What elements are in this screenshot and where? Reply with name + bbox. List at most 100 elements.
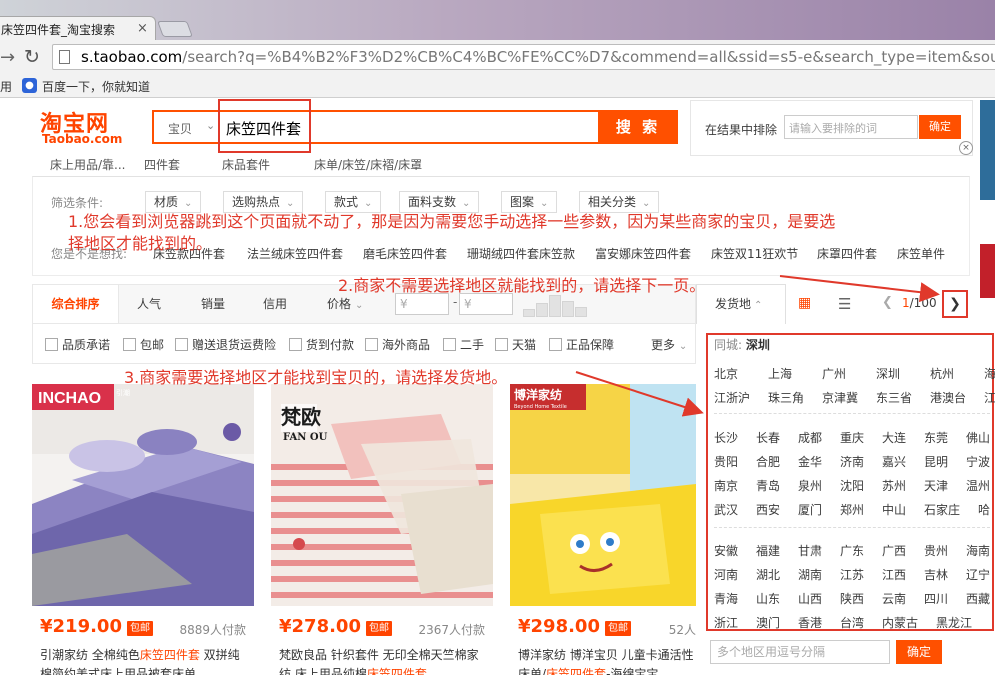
- city-option[interactable]: 长春: [756, 429, 780, 446]
- region-confirm-button[interactable]: 确定: [896, 640, 942, 664]
- product-image[interactable]: 博洋家纺 Beyond Home Textile: [510, 384, 696, 606]
- chevron-left-icon[interactable]: ❮: [882, 295, 893, 310]
- city-option[interactable]: 南京: [714, 477, 738, 494]
- city-option[interactable]: 上海: [768, 365, 792, 382]
- ad-banner[interactable]: [980, 100, 995, 200]
- chevron-down-icon[interactable]: ⌄: [206, 119, 215, 132]
- bookmark-apps[interactable]: 用: [0, 78, 12, 95]
- city-option[interactable]: 贵阳: [714, 453, 738, 470]
- check-overseas[interactable]: 海外商品: [365, 336, 430, 353]
- province-option[interactable]: 福建: [756, 542, 780, 559]
- city-option[interactable]: 哈: [978, 501, 990, 518]
- sort-default[interactable]: 综合排序: [33, 285, 119, 323]
- check-return-insurance[interactable]: 赠送退货运费险: [175, 336, 276, 353]
- province-option[interactable]: 台湾: [840, 614, 864, 631]
- sort-popularity[interactable]: 人气: [137, 285, 161, 323]
- province-option[interactable]: 广东: [840, 542, 864, 559]
- city-option[interactable]: 西安: [756, 501, 780, 518]
- province-option[interactable]: 湖南: [798, 566, 822, 583]
- city-option[interactable]: 京津冀: [822, 389, 858, 406]
- new-tab-button[interactable]: [157, 21, 193, 37]
- sort-credit[interactable]: 信用: [263, 285, 287, 323]
- city-option[interactable]: 济南: [840, 453, 864, 470]
- address-bar[interactable]: s.taobao.com/search?q=%B4%B2%F3%D2%CB%C4…: [52, 44, 995, 70]
- price-histogram[interactable]: [523, 295, 593, 317]
- exclude-confirm-button[interactable]: 确定: [919, 115, 961, 139]
- province-option[interactable]: 澳门: [756, 614, 780, 631]
- sort-sales[interactable]: 销量: [201, 285, 225, 323]
- city-option[interactable]: 金华: [798, 453, 822, 470]
- city-option[interactable]: 佛山: [966, 429, 990, 446]
- city-option[interactable]: 中山: [882, 501, 906, 518]
- province-option[interactable]: 黑龙江: [936, 614, 972, 631]
- product-image[interactable]: 梵欧 FAN OU: [271, 384, 493, 606]
- province-option[interactable]: 青海: [714, 590, 738, 607]
- province-option[interactable]: 安徽: [714, 542, 738, 559]
- city-option[interactable]: 昆明: [924, 453, 948, 470]
- suggestion-link[interactable]: 磨毛床笠四件套: [363, 245, 447, 262]
- breadcrumb-item[interactable]: 床品套件: [222, 156, 270, 173]
- province-option[interactable]: 西藏: [966, 590, 990, 607]
- city-option[interactable]: 深圳: [876, 365, 900, 382]
- taobao-logo-en[interactable]: Taobao.com: [42, 132, 122, 146]
- breadcrumb-item[interactable]: 床上用品/靠...: [50, 156, 126, 173]
- reload-icon[interactable]: ↻: [24, 46, 40, 68]
- price-min-input[interactable]: ¥: [395, 293, 449, 315]
- breadcrumb-item[interactable]: 四件套: [144, 156, 180, 173]
- product-card[interactable]: 梵欧 FAN OU ¥278.00 包邮 2367人付款 梵欧良品 针织套件 无…: [271, 384, 493, 675]
- check-free-shipping[interactable]: 包邮: [123, 336, 164, 353]
- city-option[interactable]: 广州: [822, 365, 846, 382]
- province-option[interactable]: 甘肃: [798, 542, 822, 559]
- province-option[interactable]: 广西: [882, 542, 906, 559]
- same-city-value[interactable]: 深圳: [746, 338, 770, 352]
- province-option[interactable]: 浙江: [714, 614, 738, 631]
- product-card[interactable]: 博洋家纺 Beyond Home Textile ¥298.00 包邮 52人 …: [510, 384, 696, 675]
- product-title-line2[interactable]: 床单/床笠四件套-海绵宝宝: [518, 665, 698, 675]
- next-page-button[interactable]: ❯: [942, 290, 968, 318]
- browser-tab[interactable]: 床笠四件套_淘宝搜索 ×: [0, 16, 156, 42]
- province-option[interactable]: 贵州: [924, 542, 948, 559]
- location-dropdown[interactable]: 发货地 ⌃: [696, 284, 786, 324]
- ad-banner[interactable]: [980, 244, 995, 298]
- province-option[interactable]: 山西: [798, 590, 822, 607]
- city-option[interactable]: 厦门: [798, 501, 822, 518]
- search-category-select[interactable]: 宝贝: [168, 120, 192, 137]
- product-title[interactable]: 梵欧良品 针织套件 无印全棉天竺棉家: [279, 646, 489, 663]
- suggestion-link[interactable]: 富安娜床笠四件套: [595, 245, 691, 262]
- city-option[interactable]: 泉州: [798, 477, 822, 494]
- more-filters-button[interactable]: 更多 ⌄: [651, 336, 687, 353]
- city-option[interactable]: 宁波: [966, 453, 990, 470]
- province-option[interactable]: 江苏: [840, 566, 864, 583]
- province-option[interactable]: 陕西: [840, 590, 864, 607]
- city-option[interactable]: 重庆: [840, 429, 864, 446]
- city-option[interactable]: 东三省: [876, 389, 912, 406]
- city-option[interactable]: 海: [984, 365, 995, 382]
- check-quality[interactable]: 品质承诺: [45, 336, 110, 353]
- city-option[interactable]: 成都: [798, 429, 822, 446]
- product-card[interactable]: INCHAO 引潮 ¥219.00 包邮 8889人付款 引潮家纺 全棉纯色床笠…: [32, 384, 254, 675]
- city-option[interactable]: 大连: [882, 429, 906, 446]
- city-option[interactable]: 杭州: [930, 365, 954, 382]
- city-option[interactable]: 武汉: [714, 501, 738, 518]
- city-option[interactable]: 江: [984, 389, 995, 406]
- province-option[interactable]: 内蒙古: [882, 614, 918, 631]
- city-option[interactable]: 嘉兴: [882, 453, 906, 470]
- city-option[interactable]: 沈阳: [840, 477, 864, 494]
- suggestion-link[interactable]: 法兰绒床笠四件套: [247, 245, 343, 262]
- price-max-input[interactable]: ¥: [459, 293, 513, 315]
- province-option[interactable]: 海南: [966, 542, 990, 559]
- city-option[interactable]: 北京: [714, 365, 738, 382]
- product-title-line2[interactable]: 棉简约美式床上用品被套床单: [40, 665, 250, 675]
- exclude-input[interactable]: 请输入要排除的词: [784, 115, 918, 139]
- suggestion-link[interactable]: 床笠双11狂欢节: [711, 245, 798, 262]
- province-option[interactable]: 江西: [882, 566, 906, 583]
- check-second-hand[interactable]: 二手: [443, 336, 484, 353]
- product-title-line2[interactable]: 纺 床上用品纯棉床笠四件套: [279, 665, 489, 675]
- city-option[interactable]: 天津: [924, 477, 948, 494]
- province-option[interactable]: 河南: [714, 566, 738, 583]
- region-input[interactable]: 多个地区用逗号分隔: [710, 640, 890, 664]
- province-option[interactable]: 湖北: [756, 566, 780, 583]
- suggestion-link[interactable]: 床笠单件: [897, 245, 945, 262]
- product-image[interactable]: INCHAO 引潮: [32, 384, 254, 606]
- back-arrow-icon[interactable]: →: [0, 47, 15, 68]
